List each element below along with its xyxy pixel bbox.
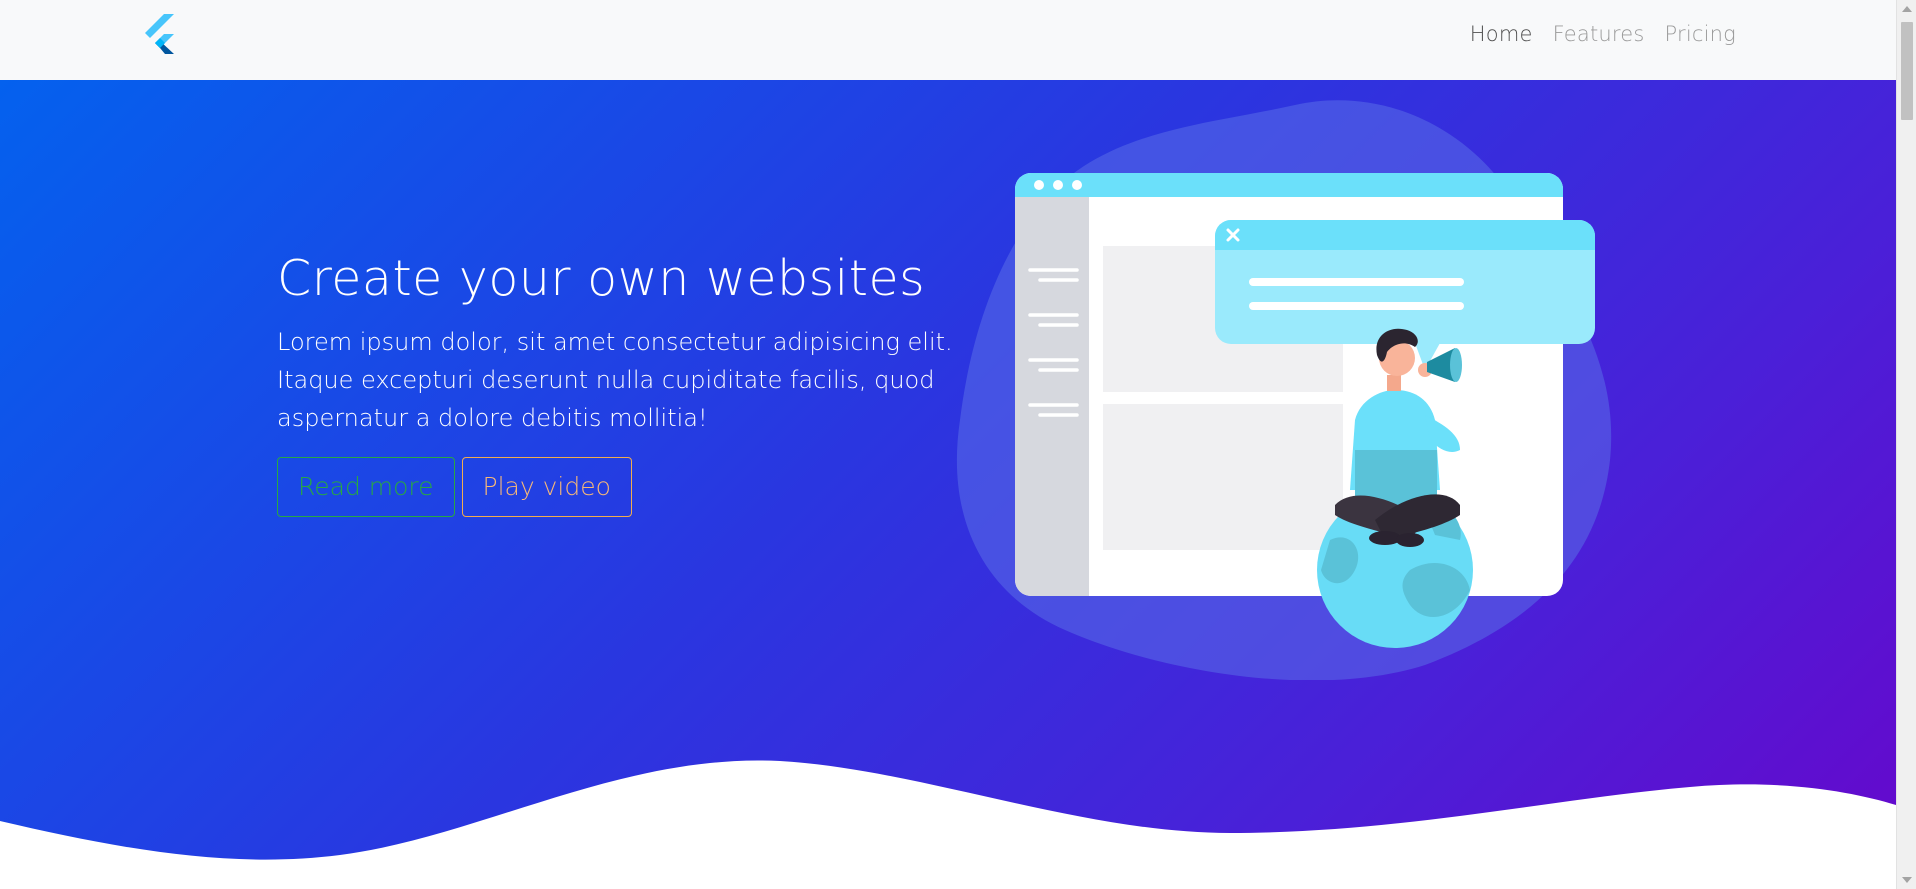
hero-title: Create your own websites xyxy=(277,250,926,307)
play-video-button[interactable]: Play video xyxy=(461,456,632,517)
vertical-scrollbar[interactable] xyxy=(1896,0,1916,889)
nav-link-features[interactable]: Features xyxy=(1543,22,1655,46)
hero-buttons: Read more Play video xyxy=(277,456,957,517)
bottom-wave xyxy=(0,760,1896,889)
scroll-down-icon[interactable] xyxy=(1902,877,1912,883)
scrollbar-thumb[interactable] xyxy=(1901,22,1913,120)
hero-illustration xyxy=(956,100,1612,680)
hero-text: Create your own websites Lorem ipsum dol… xyxy=(277,250,957,517)
navbar: Home Features Pricing xyxy=(0,0,1896,80)
nav-links: Home Features Pricing xyxy=(1460,22,1746,46)
nav-link-home[interactable]: Home xyxy=(1460,22,1543,46)
hero-section: Create your own websites Lorem ipsum dol… xyxy=(0,80,1896,889)
read-more-button[interactable]: Read more xyxy=(277,456,455,517)
scroll-up-icon[interactable] xyxy=(1902,6,1912,12)
flutter-logo-icon[interactable] xyxy=(140,14,180,58)
hero-description: Lorem ipsum dolor, sit amet consectetur … xyxy=(277,327,953,432)
nav-link-pricing[interactable]: Pricing xyxy=(1655,22,1746,46)
